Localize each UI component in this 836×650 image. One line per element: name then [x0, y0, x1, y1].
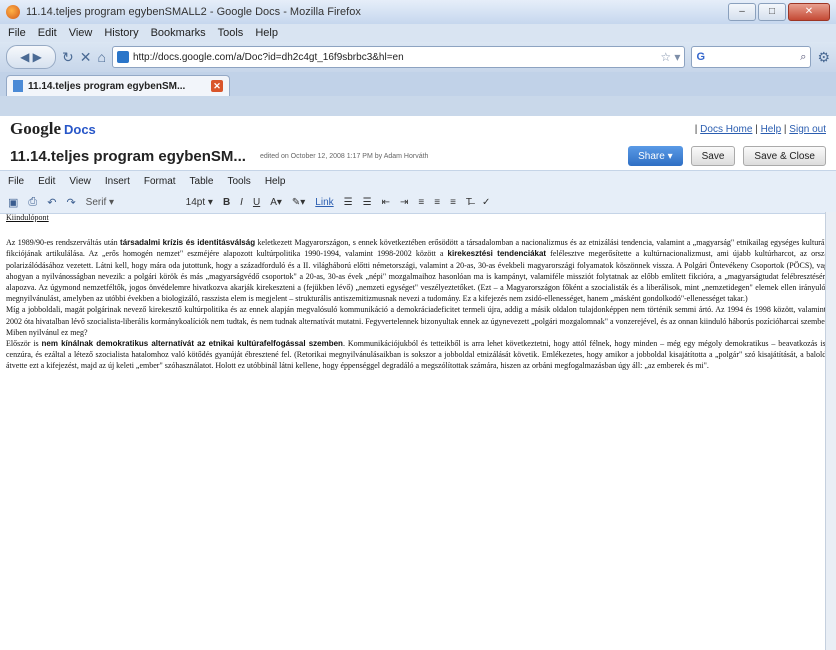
italic-icon[interactable]: I — [240, 197, 243, 208]
paragraph-4: Először is nem kínálnak demokratikus alt… — [6, 338, 832, 372]
save-close-button[interactable]: Save & Close — [743, 146, 826, 166]
save-icon[interactable]: ▣ — [8, 196, 18, 209]
paragraph-1: Az 1989/90-es rendszerváltás után társad… — [6, 237, 832, 304]
firefox-icon — [6, 5, 20, 19]
link-button[interactable]: Link — [315, 197, 333, 208]
close-icon[interactable]: ✕ — [788, 3, 830, 21]
help-link[interactable]: Help — [761, 124, 782, 135]
p1-bold-b: kirekesztési tendenciákat — [447, 249, 547, 259]
docs-menubar: File Edit View Insert Format Table Tools… — [0, 170, 836, 191]
indent-icon[interactable]: ⇥ — [400, 197, 408, 208]
font-size-value: 14pt — [185, 196, 206, 208]
home-icon[interactable]: ⌂ — [97, 46, 105, 68]
tab-active[interactable]: 11.14.teljes program egybenSM... ✕ — [6, 75, 230, 96]
search-box[interactable]: G ⌕ — [691, 46, 812, 68]
document-body[interactable]: Kiindulópont Az 1989/90-es rendszerváltá… — [0, 212, 836, 650]
font-select[interactable]: Serif ▾ — [86, 197, 176, 208]
gdocs-topbar: Google Docs | Docs Home | Help | Sign out — [0, 116, 836, 142]
window-titlebar: 11.14.teljes program egybenSMALL2 - Goog… — [0, 0, 836, 24]
search-icon[interactable]: ⌕ — [800, 51, 806, 64]
page-content: Google Docs | Docs Home | Help | Sign out… — [0, 116, 836, 650]
align-center-icon[interactable]: ≡ — [434, 197, 440, 208]
edited-info: edited on October 12, 2008 1:17 PM by Ad… — [259, 152, 429, 160]
menu-help[interactable]: Help — [255, 27, 278, 39]
menu-view[interactable]: View — [69, 27, 93, 39]
back-forward-button[interactable]: ◀ ▶ — [6, 45, 56, 69]
p4-bold: nem kínálnak demokratikus alternatívát a… — [41, 339, 343, 349]
formatting-toolbar: ▣ ⎙ ↶ ↷ Serif ▾ 14pt ▾ B I U A▾ ✎▾ Link … — [0, 191, 836, 214]
docs-menu-help[interactable]: Help — [265, 176, 286, 187]
docs-menu-format[interactable]: Format — [144, 176, 176, 187]
align-left-icon[interactable]: ≡ — [418, 197, 424, 208]
paragraph-2: Míg a jobboldali, magát polgárinak nevez… — [6, 305, 832, 326]
paragraph-3: Miben nyilvánul ez meg? — [6, 327, 88, 337]
tab-strip: 11.14.teljes program egybenSM... ✕ — [0, 72, 836, 96]
document-heading: Kiindulópont — [6, 213, 49, 222]
window-title: 11.14.teljes program egybenSMALL2 - Goog… — [26, 6, 361, 18]
font-size-select[interactable]: 14pt ▾ — [186, 197, 213, 208]
menu-tools[interactable]: Tools — [218, 27, 244, 39]
navigation-toolbar: ◀ ▶ ↻ ✕ ⌂ http://docs.google.com/a/Doc?i… — [0, 42, 836, 72]
docs-menu-table[interactable]: Table — [190, 176, 214, 187]
logo-docs-text: Docs — [64, 122, 96, 137]
docs-menu-tools[interactable]: Tools — [227, 176, 250, 187]
p1-text-a: Az 1989/90-es rendszerváltás után — [6, 238, 121, 248]
account-links: | Docs Home | Help | Sign out — [694, 123, 826, 135]
browser-window: 11.14.teljes program egybenSMALL2 - Goog… — [0, 0, 836, 650]
document-header: 11.14.teljes program egybenSM... edited … — [0, 142, 836, 170]
redo-icon[interactable]: ↷ — [66, 196, 75, 209]
docs-home-link[interactable]: Docs Home — [700, 124, 752, 135]
url-bar[interactable]: http://docs.google.com/a/Doc?id=dh2c4gt_… — [111, 46, 686, 68]
document-icon — [13, 80, 23, 92]
search-engine-icon: G — [696, 51, 705, 63]
docs-menu-edit[interactable]: Edit — [38, 176, 55, 187]
window-controls: – □ ✕ — [728, 3, 830, 21]
browser-menubar: File Edit View History Bookmarks Tools H… — [0, 24, 836, 42]
minimize-icon[interactable]: – — [728, 3, 756, 21]
p4-text-a: Először is — [6, 339, 42, 349]
logo-google-text: Google — [10, 119, 61, 138]
document-scrollbar[interactable] — [825, 212, 836, 650]
google-docs-logo[interactable]: Google Docs — [10, 119, 96, 139]
url-text: http://docs.google.com/a/Doc?id=dh2c4gt_… — [132, 51, 404, 63]
menu-history[interactable]: History — [104, 27, 138, 39]
tab-close-icon[interactable]: ✕ — [211, 80, 223, 92]
highlight-icon[interactable]: ✎▾ — [292, 197, 305, 208]
menu-file[interactable]: File — [8, 27, 26, 39]
numbered-list-icon[interactable]: ☰ — [344, 197, 353, 208]
undo-icon[interactable]: ↶ — [47, 196, 56, 209]
site-favicon-icon — [116, 51, 129, 63]
p1-bold-a: társadalmi krízis és identitásválság — [120, 238, 256, 248]
print-icon[interactable]: ⎙ — [28, 196, 37, 209]
docs-menu-insert[interactable]: Insert — [105, 176, 130, 187]
outdent-icon[interactable]: ⇤ — [382, 197, 390, 208]
menu-bookmarks[interactable]: Bookmarks — [151, 27, 206, 39]
save-button[interactable]: Save — [690, 146, 736, 166]
addon-icon[interactable]: ⚙ — [817, 46, 830, 68]
tab-title: 11.14.teljes program egybenSM... — [28, 80, 186, 92]
sign-out-link[interactable]: Sign out — [789, 124, 826, 135]
docs-menu-file[interactable]: File — [8, 176, 24, 187]
maximize-icon[interactable]: □ — [758, 3, 786, 21]
font-value: Serif — [85, 196, 107, 208]
menu-edit[interactable]: Edit — [38, 27, 57, 39]
text-color-icon[interactable]: A▾ — [270, 197, 282, 208]
underline-icon[interactable]: U — [253, 197, 260, 208]
document-title[interactable]: 11.14.teljes program egybenSM... — [10, 148, 246, 165]
spellcheck-icon[interactable]: ✓ — [482, 197, 490, 208]
docs-menu-view[interactable]: View — [69, 176, 91, 187]
stop-icon[interactable]: ✕ — [80, 46, 92, 68]
reload-icon[interactable]: ↻ — [62, 46, 74, 68]
clear-format-icon[interactable]: T̶ — [466, 197, 472, 208]
share-button[interactable]: Share ▾ — [628, 146, 683, 166]
bullet-list-icon[interactable]: ☰ — [363, 197, 372, 208]
bold-icon[interactable]: B — [223, 197, 230, 208]
bookmark-star-icon[interactable]: ☆ ▾ — [660, 50, 680, 64]
align-right-icon[interactable]: ≡ — [450, 197, 456, 208]
